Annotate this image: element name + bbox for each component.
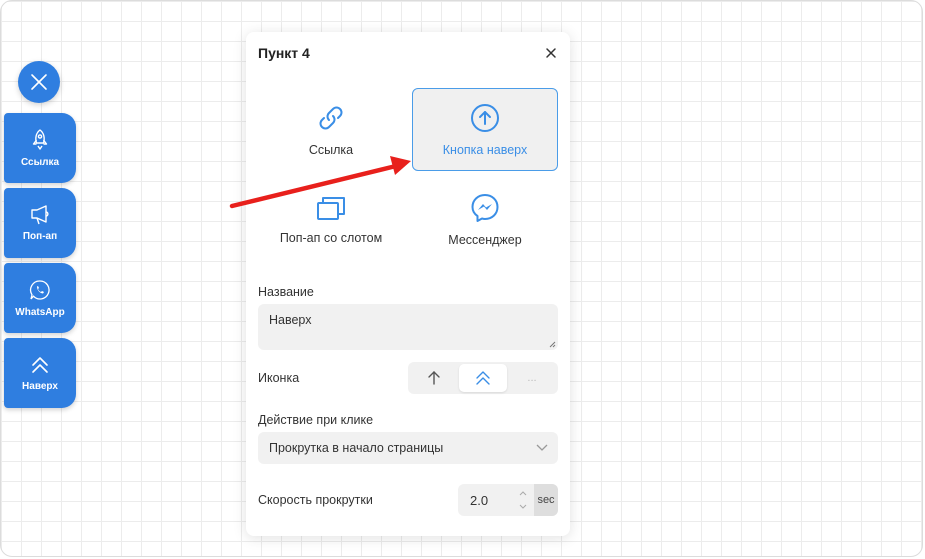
messenger-icon: [471, 193, 499, 222]
panel-title: Пункт 4: [258, 45, 310, 61]
link-icon: [319, 106, 343, 129]
resize-handle-icon[interactable]: [548, 340, 556, 348]
type-option-popup-slot[interactable]: Поп-ап со слотом: [258, 178, 404, 261]
name-label: Название: [258, 285, 314, 299]
arrow-up-icon: [428, 371, 440, 385]
type-option-label: Мессенджер: [448, 232, 522, 247]
side-button-whatsapp[interactable]: WhatsApp: [4, 263, 76, 333]
speed-label: Скорость прокрутки: [258, 493, 373, 507]
item-settings-panel: Пункт 4 Ссылка Кнопка наверх Поп-ап со с…: [246, 32, 570, 536]
side-button-label: Ссылка: [20, 156, 60, 168]
speed-stepper[interactable]: 2.0 sec: [458, 484, 558, 516]
windows-icon: [317, 196, 345, 220]
side-button-label: WhatsApp: [15, 306, 65, 318]
side-button-label: Поп-ап: [22, 230, 58, 242]
action-label: Действие при клике: [258, 413, 374, 427]
close-icon[interactable]: [544, 46, 558, 60]
side-button-link[interactable]: Ссылка: [4, 113, 76, 183]
rocket-icon: [32, 128, 48, 150]
speed-value: 2.0: [470, 493, 489, 508]
side-button-popup[interactable]: Поп-ап: [4, 188, 76, 258]
close-fab-button[interactable]: [18, 61, 60, 103]
close-icon: [31, 74, 47, 90]
side-button-scroll-top[interactable]: Наверх: [4, 338, 76, 408]
double-chevron-up-icon: [32, 356, 48, 373]
type-option-label: Ссылка: [308, 142, 354, 157]
type-option-label: Кнопка наверх: [442, 142, 528, 157]
canvas: Ссылка Поп-ап WhatsApp Наверх Пункт 4 Сс…: [0, 0, 923, 557]
action-select[interactable]: Прокрутка в начало страницы: [258, 432, 558, 464]
type-option-messenger[interactable]: Мессенджер: [412, 178, 558, 261]
icon-option-more[interactable]: ...: [508, 364, 556, 392]
icon-label: Иконка: [258, 371, 300, 385]
double-chevron-up-icon: [476, 371, 490, 385]
chevron-down-icon: [536, 444, 548, 451]
type-option-scroll-top[interactable]: Кнопка наверх: [412, 88, 558, 171]
icon-option-arrow-up[interactable]: [410, 364, 458, 392]
icon-selector: ...: [408, 362, 558, 394]
stepper-arrows-icon[interactable]: [519, 488, 527, 512]
type-option-link[interactable]: Ссылка: [258, 88, 404, 171]
icon-option-double-chevron[interactable]: [459, 364, 507, 392]
side-button-label: Наверх: [22, 380, 58, 392]
type-option-label: Поп-ап со слотом: [279, 230, 383, 245]
action-value: Прокрутка в начало страницы: [269, 441, 444, 455]
arrow-up-circle-icon: [471, 103, 499, 132]
name-value: Наверх: [269, 313, 312, 327]
whatsapp-icon: [29, 279, 50, 300]
name-field[interactable]: Наверх: [258, 304, 558, 350]
speed-unit: sec: [534, 484, 558, 516]
megaphone-icon: [31, 204, 49, 224]
